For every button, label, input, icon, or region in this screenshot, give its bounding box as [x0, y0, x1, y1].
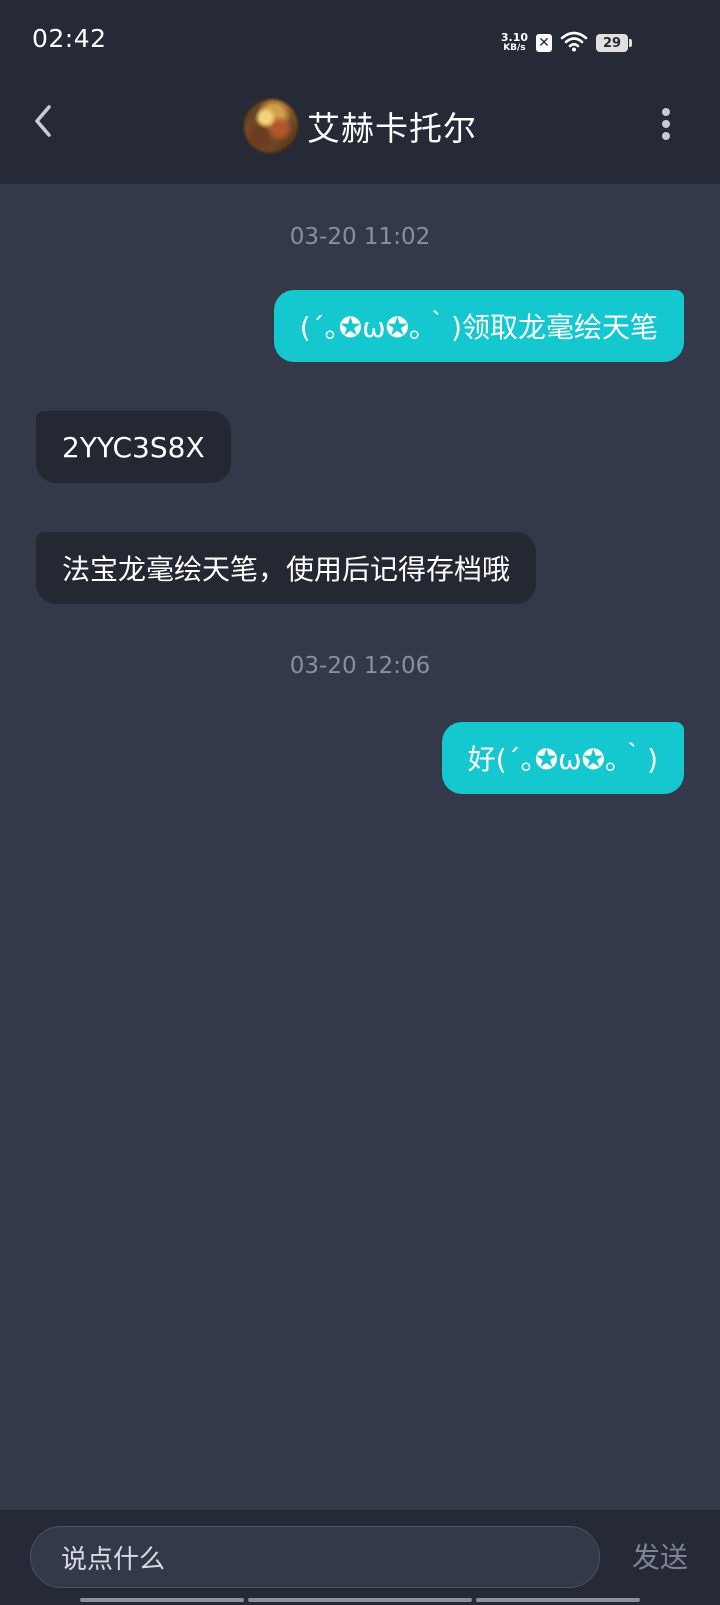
more-options-button[interactable] [660, 108, 672, 140]
home-indicator [80, 1598, 244, 1602]
message-timestamp: 03-20 11:02 [289, 224, 431, 250]
status-icons: 3.10 KB/s ✕ 29 [500, 30, 632, 56]
battery-level: 29 [602, 35, 622, 51]
top-bar: 02:42 3.10 KB/s ✕ 29 艾赫卡托尔 [0, 0, 720, 184]
chat-title-area: 艾赫卡托尔 [0, 96, 720, 156]
battery-icon: 29 [596, 34, 632, 52]
outgoing-message[interactable]: 好(´｡✪ω✪｡｀) [441, 722, 684, 794]
status-bar: 02:42 3.10 KB/s ✕ 29 [0, 0, 720, 80]
wifi-icon [560, 30, 588, 56]
incoming-message[interactable]: 法宝龙毫绘天笔，使用后记得存档哦 [36, 532, 537, 604]
more-vertical-icon [662, 108, 670, 116]
status-time: 02:42 [32, 24, 107, 53]
avatar[interactable] [243, 98, 299, 154]
send-button[interactable]: 发送 [632, 1536, 688, 1576]
x-badge-icon: ✕ [536, 34, 552, 52]
message-list[interactable]: 03-20 11:02 (´｡✪ω✪｡｀)领取龙毫绘天笔 2YYC3S8X 法宝… [0, 184, 720, 1510]
message-timestamp: 03-20 12:06 [289, 653, 431, 679]
home-indicator [248, 1598, 472, 1602]
composer-bar: 说点什么 发送 [0, 1510, 720, 1605]
chat-title: 艾赫卡托尔 [307, 109, 477, 148]
outgoing-message[interactable]: (´｡✪ω✪｡｀)领取龙毫绘天笔 [273, 290, 684, 362]
incoming-message[interactable]: 2YYC3S8X [36, 411, 231, 483]
chat-header: 艾赫卡托尔 [0, 80, 720, 184]
network-speed-unit: KB/s [503, 43, 526, 53]
message-input-placeholder: 说点什么 [61, 1544, 166, 1575]
message-input[interactable]: 说点什么 [30, 1526, 600, 1588]
home-indicator [476, 1598, 640, 1602]
network-speed: 3.10 KB/s [500, 31, 528, 53]
network-speed-value: 3.10 [500, 31, 528, 44]
